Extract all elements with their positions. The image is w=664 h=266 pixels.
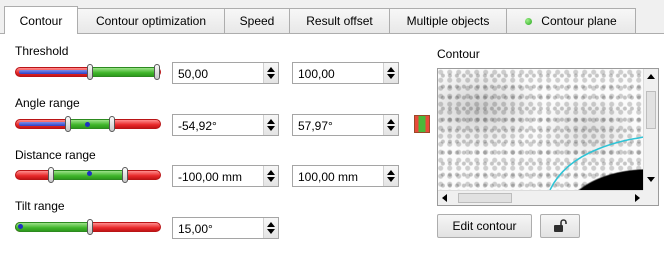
slider-min-handle[interactable] [48,167,54,183]
spinbox-arrows[interactable] [263,218,278,238]
tab-label: Contour plane [541,14,617,28]
arrow-down-icon[interactable] [267,177,275,182]
spinbox-value: 100,00 [298,67,335,81]
arrow-up-icon[interactable] [267,67,275,72]
tilt-range-slider[interactable] [15,219,161,235]
tilt-spinbox[interactable]: 15,00° [172,217,279,239]
threshold-min-spinbox[interactable]: 50,00 [172,62,279,84]
tab-bar: Contour Contour optimization Speed Resul… [0,6,664,34]
contour-preview-label: Contour [437,47,480,61]
slider-min-handle[interactable] [87,64,93,80]
unlock-icon [554,219,567,232]
scroll-right-icon[interactable] [635,194,640,202]
angle-min-spinbox[interactable]: -54,92° [172,114,279,136]
tab-label: Multiple objects [406,14,490,28]
spinbox-value: 15,00° [178,222,213,236]
button-label: Edit contour [452,219,517,233]
contour-edge-line [549,136,644,190]
arrow-down-icon[interactable] [387,74,395,79]
scroll-down-icon[interactable] [647,177,655,182]
angle-color-swatch[interactable] [414,115,430,133]
arrow-up-icon[interactable] [267,222,275,227]
slider-range [15,222,91,232]
arrow-down-icon[interactable] [387,126,395,131]
edit-contour-button[interactable]: Edit contour [437,214,532,238]
arrow-up-icon[interactable] [387,119,395,124]
spinbox-arrows[interactable] [263,115,278,135]
tab-result-offset[interactable]: Result offset [289,8,390,33]
arrow-up-icon[interactable] [387,67,395,72]
tab-multiple-objects[interactable]: Multiple objects [389,8,507,33]
spinbox-arrows[interactable] [383,115,398,135]
tab-label: Contour optimization [95,14,207,28]
slider-max-handle[interactable] [122,167,128,183]
horizontal-scrollbar[interactable] [438,190,644,205]
spinbox-arrows[interactable] [263,166,278,186]
spinbox-arrows[interactable] [383,63,398,83]
arrow-up-icon[interactable] [387,170,395,175]
spinbox-arrows[interactable] [383,166,398,186]
vertical-scrollbar[interactable] [643,69,658,190]
tab-label: Speed [239,14,275,28]
angle-range-slider[interactable] [15,116,161,132]
scroll-left-icon[interactable] [442,194,447,202]
tab-contour[interactable]: Contour [4,6,78,34]
scroll-corner [643,190,658,205]
threshold-slider[interactable] [15,64,161,80]
slider-range [69,119,111,129]
threshold-max-spinbox[interactable]: 100,00 [292,62,399,84]
spinbox-value: -100,00 mm [178,170,243,184]
slider-min-handle[interactable] [65,116,71,132]
arrow-down-icon[interactable] [267,229,275,234]
slider-max-handle[interactable] [154,64,160,80]
tilt-range-label: Tilt range [15,199,65,213]
threshold-label: Threshold [15,44,69,58]
scrollbar-thumb[interactable] [646,91,656,129]
tab-contour-plane[interactable]: Contour plane [506,8,636,33]
arrow-down-icon[interactable] [267,126,275,131]
arrow-down-icon[interactable] [267,74,275,79]
arrow-up-icon[interactable] [267,170,275,175]
distance-range-label: Distance range [15,148,96,162]
slider-handle[interactable] [87,219,93,235]
contour-preview[interactable] [437,68,659,206]
tab-speed[interactable]: Speed [224,8,290,33]
slider-value-marker [85,122,90,127]
spinbox-value: 57,97° [298,119,333,133]
tab-contour-optimization[interactable]: Contour optimization [77,8,225,33]
slider-range [91,67,157,77]
spinbox-value: -54,92° [178,119,217,133]
slider-value-marker [18,224,23,229]
tab-label: Result offset [306,14,373,28]
arrow-down-icon[interactable] [387,177,395,182]
spinbox-value: 100,00 mm [298,170,359,184]
distance-max-spinbox[interactable]: 100,00 mm [292,165,399,187]
tab-label: Contour [19,13,63,28]
distance-range-slider[interactable] [15,167,161,183]
green-dot-icon [525,17,533,25]
slider-value-marker [87,171,92,176]
scroll-up-icon[interactable] [647,74,655,79]
distance-min-spinbox[interactable]: -100,00 mm [172,165,279,187]
spinbox-value: 50,00 [178,67,209,81]
angle-range-label: Angle range [15,96,80,110]
lock-button[interactable] [540,214,580,238]
scrollbar-thumb[interactable] [458,193,512,203]
angle-max-spinbox[interactable]: 57,97° [292,114,399,136]
slider-max-handle[interactable] [109,116,115,132]
spinbox-arrows[interactable] [263,63,278,83]
arrow-up-icon[interactable] [267,119,275,124]
